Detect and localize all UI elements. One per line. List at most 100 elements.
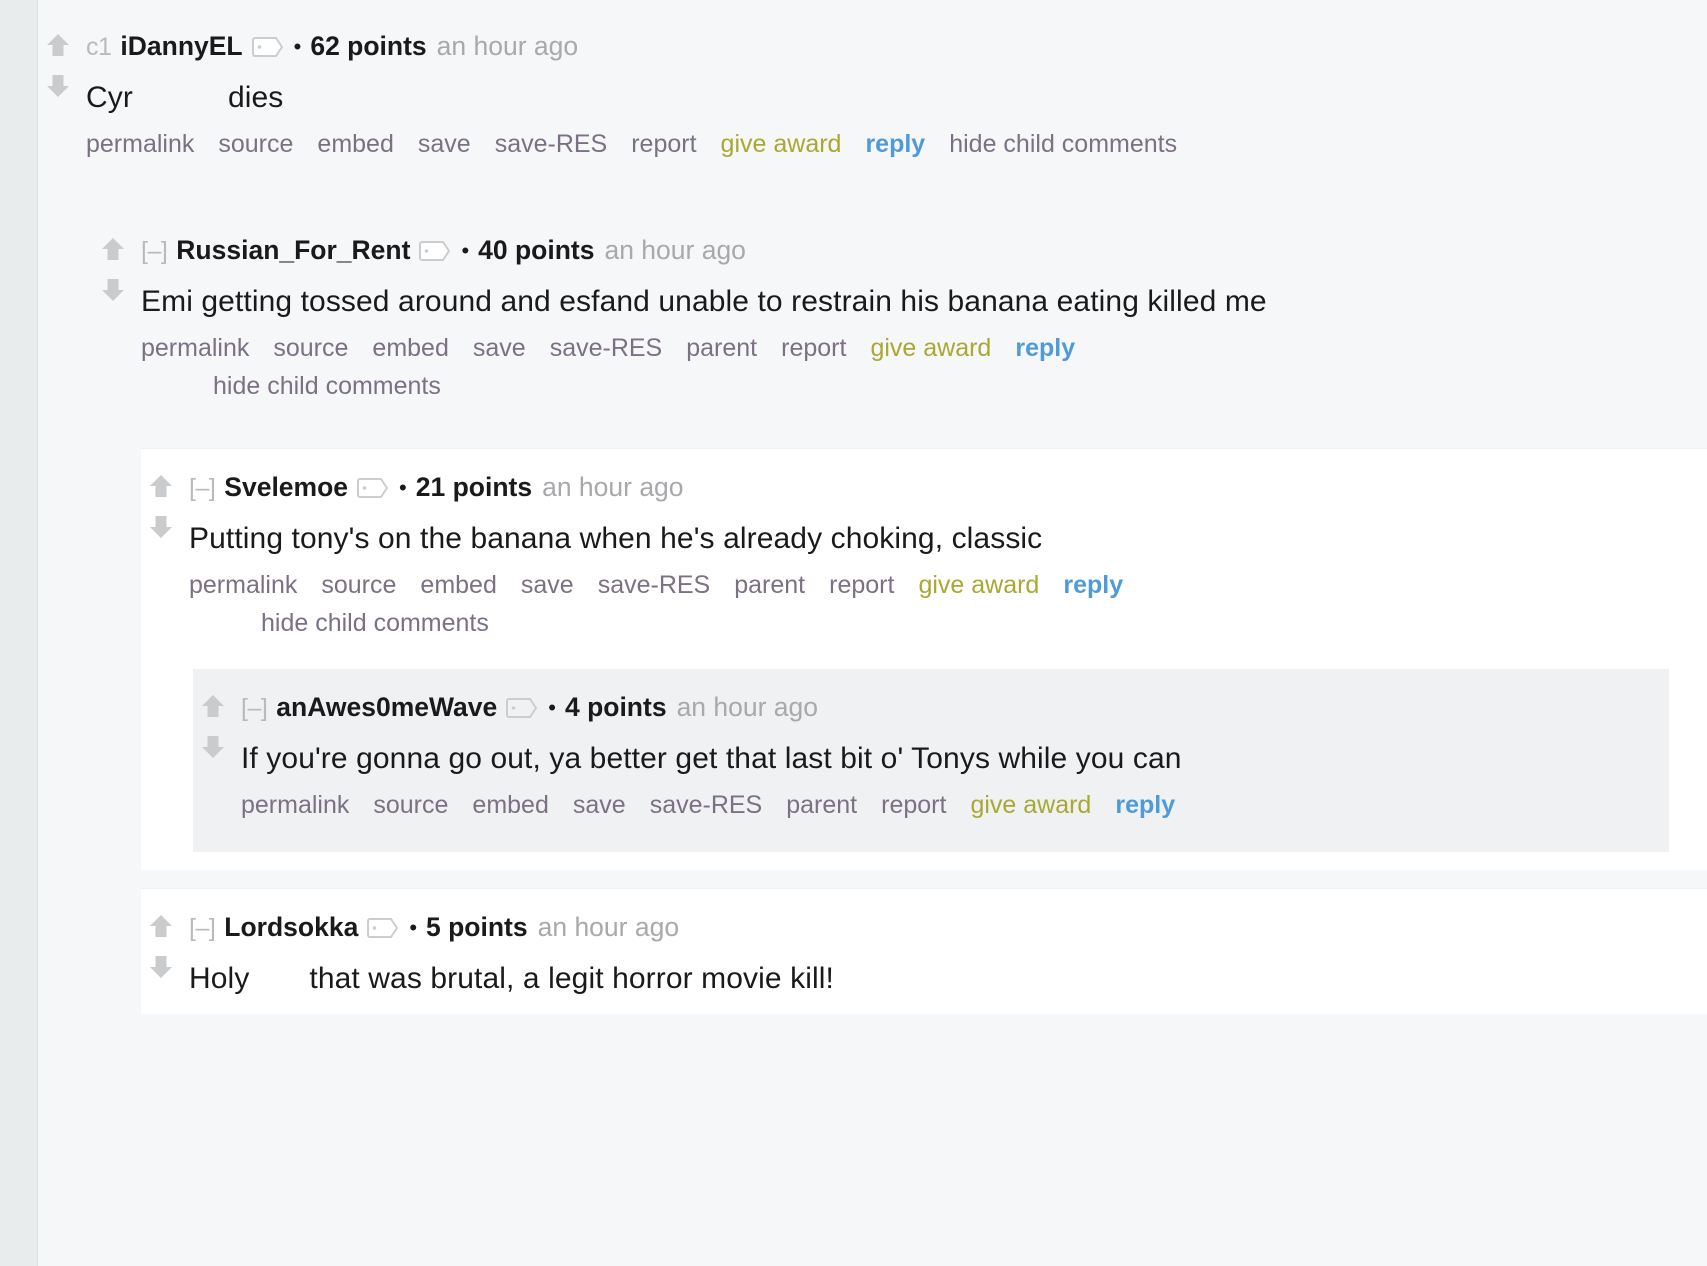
action-permalink[interactable]: permalink <box>189 571 297 599</box>
comment-actions: permalink source embed save save-RES parent re… <box>141 331 1321 404</box>
user-flair-tag-icon <box>251 36 283 57</box>
comment-age: an hour ago <box>604 235 746 266</box>
comment-inner: [–] Russian_For_Rent • 40 points an hour… <box>93 230 1707 414</box>
comment-score: 5 points <box>426 911 528 942</box>
tagline-bullet: • <box>548 695 556 721</box>
comment-author[interactable]: Svelemoe <box>224 471 348 505</box>
comment-age: an hour ago <box>542 472 684 503</box>
comment-text: Holy that was brutal, a legit horror movi… <box>189 959 1687 998</box>
upvote-arrow-icon[interactable] <box>200 693 226 719</box>
user-flair-tag-icon <box>367 917 399 938</box>
action-report[interactable]: report <box>829 571 894 599</box>
collapse-toggle-icon[interactable]: [–] <box>241 692 268 724</box>
upvote-arrow-icon[interactable] <box>45 32 71 58</box>
vote-controls <box>141 913 181 980</box>
comment-author[interactable]: iDannyEL <box>120 30 242 64</box>
action-save-res[interactable]: save-RES <box>550 334 663 362</box>
comment-spacer <box>38 172 1707 230</box>
action-save[interactable]: save <box>473 334 526 362</box>
action-parent[interactable]: parent <box>686 334 757 362</box>
action-source[interactable]: source <box>218 130 293 158</box>
action-save[interactable]: save <box>573 791 626 819</box>
action-embed[interactable]: embed <box>317 130 393 158</box>
action-give-award[interactable]: give award <box>870 334 991 362</box>
comment-spacer <box>38 870 1707 888</box>
comment-text-before: Cyr <box>86 80 133 114</box>
action-report[interactable]: report <box>631 130 696 158</box>
comment-body: [–] Svelemoe • 21 points an hour ago Put… <box>141 467 1707 651</box>
user-flair-tag-icon <box>419 241 451 262</box>
comment-body: [–] Lordsokka • 5 points an hour ago Hol… <box>141 907 1707 1014</box>
action-save[interactable]: save <box>521 571 574 599</box>
action-give-award[interactable]: give award <box>721 130 842 158</box>
comment-actions-wrap-row: hide child comments <box>141 369 1321 405</box>
comment-tagline: c1 iDannyEL • 62 points an hour ago <box>86 30 1687 64</box>
downvote-arrow-icon[interactable] <box>148 954 174 980</box>
comment-tagline: [–] Svelemoe • 21 points an hour ago <box>189 471 1687 505</box>
action-hide-child-comments[interactable]: hide child comments <box>261 609 489 637</box>
collapse-toggle-icon[interactable]: [–] <box>141 235 168 267</box>
action-report[interactable]: report <box>881 791 946 819</box>
action-embed[interactable]: embed <box>420 571 496 599</box>
action-permalink[interactable]: permalink <box>141 334 249 362</box>
comment-body: [–] Russian_For_Rent • 40 points an hour… <box>93 230 1707 414</box>
action-reply[interactable]: reply <box>1115 791 1175 819</box>
comment-russian-for-rent: [–] Russian_For_Rent • 40 points an hour… <box>93 230 1707 415</box>
downvote-arrow-icon[interactable] <box>100 277 126 303</box>
comment-svelemoe: [–] Svelemoe • 21 points an hour ago Put… <box>141 448 1707 870</box>
comment-actions-wrap-row: hide child comments <box>189 606 1369 642</box>
action-source[interactable]: source <box>273 334 348 362</box>
action-give-award[interactable]: give award <box>918 571 1039 599</box>
action-embed[interactable]: embed <box>372 334 448 362</box>
tagline-bullet: • <box>409 914 418 940</box>
comment-thread-container: c1 iDannyEL • 62 points an hour ago Cyr d… <box>38 0 1707 1266</box>
downvote-arrow-icon[interactable] <box>45 73 71 99</box>
comment-author[interactable]: Russian_For_Rent <box>176 234 410 268</box>
action-give-award[interactable]: give award <box>970 791 1091 819</box>
comment-actions: permalink source embed save save-RES parent re… <box>241 788 1421 824</box>
action-save-res[interactable]: save-RES <box>495 130 608 158</box>
comment-inner: c1 iDannyEL • 62 points an hour ago Cyr d… <box>38 26 1707 172</box>
comment-tagline: [–] Lordsokka • 5 points an hour ago <box>189 911 1687 945</box>
upvote-arrow-icon[interactable] <box>100 236 126 262</box>
comment-age: an hour ago <box>537 911 680 942</box>
action-reply[interactable]: reply <box>1063 571 1123 599</box>
action-save-res[interactable]: save-RES <box>650 791 763 819</box>
action-parent[interactable]: parent <box>734 571 805 599</box>
action-permalink[interactable]: permalink <box>86 130 194 158</box>
action-save-res[interactable]: save-RES <box>598 571 711 599</box>
downvote-arrow-icon[interactable] <box>200 734 226 760</box>
action-parent[interactable]: parent <box>786 791 857 819</box>
page-left-gutter <box>0 0 38 1266</box>
comment-inner: [–] anAwes0meWave • 4 points an hour ago <box>193 669 1669 851</box>
comment-text-after: that was brutal, a legit horror movie ki… <box>309 961 834 995</box>
user-flair-tag-icon <box>506 698 538 719</box>
upvote-arrow-icon[interactable] <box>148 913 174 939</box>
action-source[interactable]: source <box>321 571 396 599</box>
comment-tagline: [–] anAwes0meWave • 4 points an hour ago <box>241 691 1649 725</box>
action-permalink[interactable]: permalink <box>241 791 349 819</box>
comment-text: Emi getting tossed around and esfand una… <box>141 285 1267 319</box>
comment-spacer <box>38 414 1707 448</box>
action-reply[interactable]: reply <box>865 130 925 158</box>
box-bottom-padding <box>141 852 1707 870</box>
upvote-arrow-icon[interactable] <box>148 473 174 499</box>
comment-author[interactable]: anAwes0meWave <box>276 691 497 725</box>
action-report[interactable]: report <box>781 334 846 362</box>
action-reply[interactable]: reply <box>1015 334 1075 362</box>
action-source[interactable]: source <box>373 791 448 819</box>
action-save[interactable]: save <box>418 130 471 158</box>
comment-actions: permalink source embed save save-RES report gi… <box>86 127 1266 163</box>
comment-author[interactable]: Lordsokka <box>224 911 358 945</box>
collapse-toggle-icon[interactable]: c1 <box>86 31 112 63</box>
collapse-toggle-icon[interactable]: [–] <box>189 912 216 944</box>
comment-text: Putting tony's on the banana when he's a… <box>189 522 1043 556</box>
comment-inner: [–] Lordsokka • 5 points an hour ago Hol… <box>141 889 1707 1014</box>
downvote-arrow-icon[interactable] <box>148 514 174 540</box>
action-hide-child-comments[interactable]: hide child comments <box>213 372 441 400</box>
collapse-toggle-icon[interactable]: [–] <box>189 472 216 504</box>
comment-tagline: [–] Russian_For_Rent • 40 points an hour… <box>141 234 1687 268</box>
action-embed[interactable]: embed <box>472 791 548 819</box>
comment-score: 4 points <box>564 692 667 723</box>
action-hide-child-comments[interactable]: hide child comments <box>949 130 1177 158</box>
